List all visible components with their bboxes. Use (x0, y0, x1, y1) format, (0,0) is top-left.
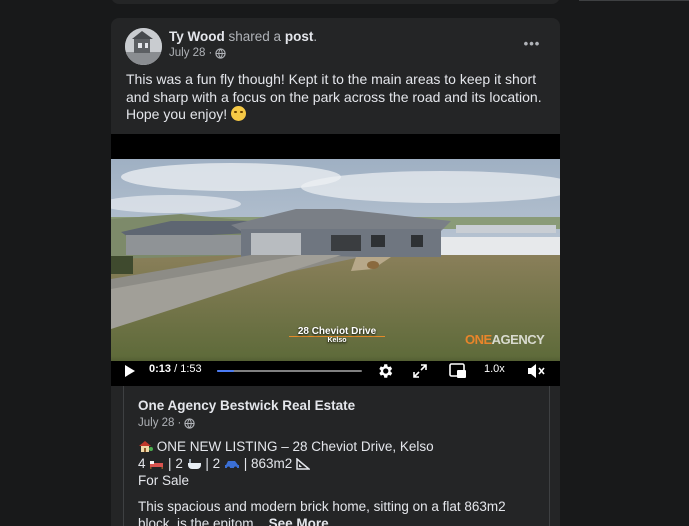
previous-post-card (111, 0, 560, 4)
post-header: Ty Wood shared a post. (169, 29, 317, 44)
picture-in-picture-icon[interactable] (448, 361, 468, 381)
shared-post-text: ONE NEW LISTING – 28 Cheviot Drive, Kels… (138, 438, 538, 526)
current-time: 0:13 (149, 363, 172, 375)
see-more-link[interactable]: See More (269, 516, 329, 526)
period: . (313, 29, 318, 44)
post-link[interactable]: post (285, 29, 314, 44)
video-controls: 0:13 / 1:53 1.0x (111, 356, 560, 386)
bed-icon (150, 461, 164, 469)
grimacing-face-emoji-icon (231, 106, 247, 121)
triangular-ruler-icon (296, 458, 311, 470)
action-text: shared a (228, 29, 282, 44)
post-card: Ty Wood shared a post. July 28 · ••• Thi… (111, 18, 560, 526)
play-icon[interactable] (125, 365, 135, 377)
mute-icon[interactable] (526, 361, 546, 381)
beds-count: 4 (138, 456, 146, 471)
shared-post-meta: July 28 · (138, 417, 195, 429)
car-icon (224, 461, 239, 470)
meta-separator: · (208, 47, 213, 59)
overlay-suburb: Kelso (327, 337, 347, 344)
globe-icon (184, 417, 195, 429)
listing-title: ONE NEW LISTING – 28 Cheviot Drive, Kels… (156, 439, 434, 454)
fullscreen-icon[interactable] (410, 361, 430, 381)
more-options-button[interactable]: ••• (519, 30, 545, 56)
house-with-garden-icon (139, 441, 153, 452)
author-name[interactable]: Ty Wood (169, 29, 225, 44)
post-text: This was a fun fly though! Kept it to th… (126, 71, 554, 124)
progress-fill (217, 370, 234, 372)
shared-post-date[interactable]: July 28 (138, 417, 174, 429)
playback-speed[interactable]: 1.0x (484, 363, 505, 375)
baths-count: 2 (175, 456, 183, 471)
agency-watermark: ONEAGENCY (465, 332, 545, 347)
settings-icon[interactable] (375, 361, 395, 381)
divider (579, 0, 689, 1)
listing-title-line: ONE NEW LISTING – 28 Cheviot Drive, Kels… (138, 438, 538, 455)
cars-count: 2 (212, 456, 221, 471)
more-options-icon: ••• (523, 35, 541, 51)
listing-features: 4 | 2 | 2 | 863m2 (138, 455, 538, 472)
video-player[interactable]: 28 Cheviot Drive Kelso ONEAGENCY 0:13 / … (111, 134, 560, 386)
shared-post[interactable]: One Agency Bestwick Real Estate July 28 … (123, 386, 550, 526)
globe-icon (215, 47, 226, 59)
land-area: 863m2 (250, 456, 293, 471)
post-meta: July 28 · (169, 47, 226, 59)
overlay-address: 28 Cheviot Drive (297, 326, 377, 337)
time-display: 0:13 / 1:53 (149, 363, 202, 375)
post-date[interactable]: July 28 (169, 47, 205, 59)
post-body: This was a fun fly though! Kept it to th… (126, 71, 542, 122)
listing-description-line: This spacious and modern brick home, sit… (138, 498, 538, 526)
listing-status: For Sale (138, 473, 190, 488)
duration: 1:53 (180, 363, 202, 375)
page-name[interactable]: One Agency Bestwick Real Estate (138, 398, 355, 413)
bathtub-icon (187, 459, 201, 469)
author-avatar[interactable] (125, 28, 162, 65)
progress-bar[interactable] (217, 370, 362, 372)
